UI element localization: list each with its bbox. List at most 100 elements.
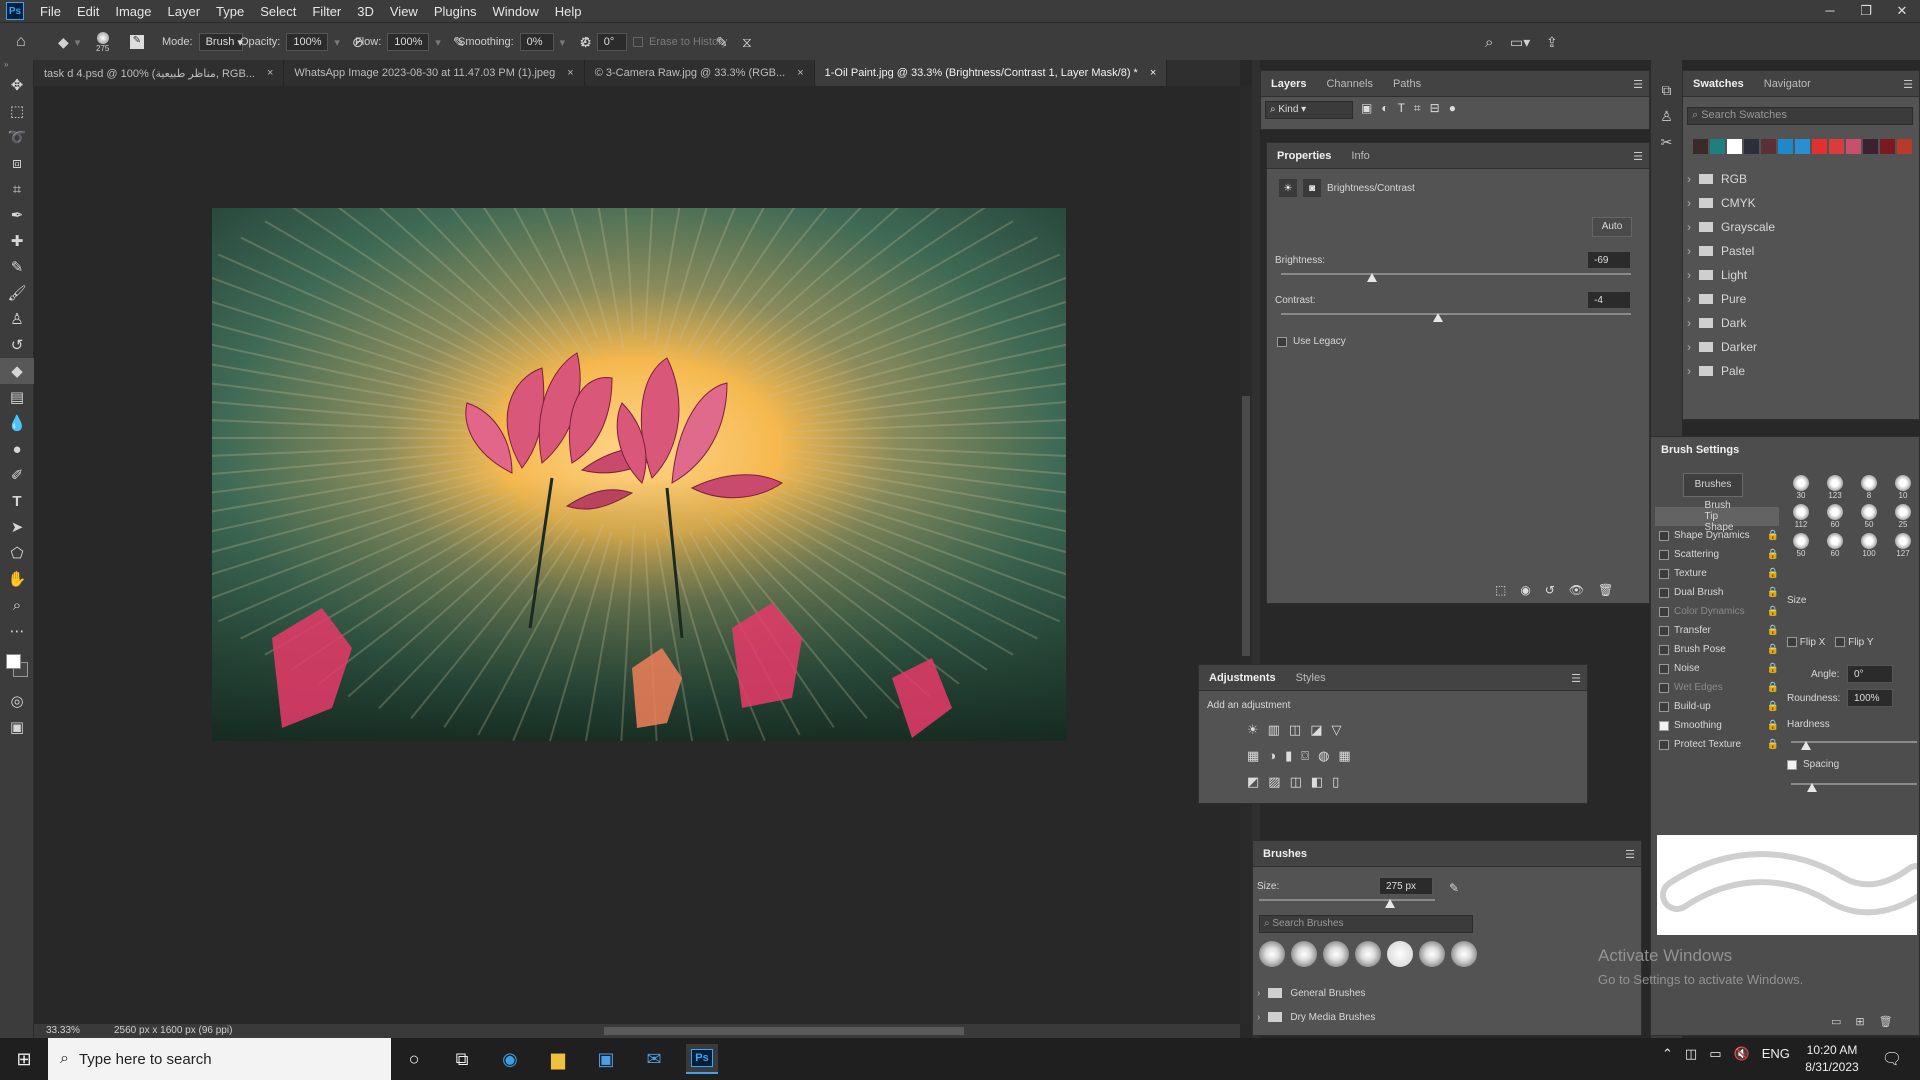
zoom-level[interactable]: 33.33% [46,1025,80,1036]
tab-brush-settings[interactable]: Brush Settings [1651,444,1749,456]
clock[interactable]: 10:20 AM 8/31/2023 [1800,1042,1864,1076]
close-icon[interactable]: ✕ [1884,0,1920,22]
store-icon[interactable]: ▣ [590,1044,622,1074]
chevron-right-icon[interactable]: › [1687,220,1691,234]
brush-tip-icon[interactable] [1419,941,1445,967]
menu-file[interactable]: File [32,4,69,19]
contrast-field[interactable]: -4 [1587,291,1631,309]
panel-menu-icon[interactable]: ☰ [1633,150,1643,163]
recent-swatches[interactable] [1693,139,1912,154]
swatch-group[interactable]: › Pastel [1687,239,1913,263]
opacity-field[interactable]: 100% [286,33,329,51]
brush-tip[interactable]: 123 [1819,473,1851,500]
checkbox[interactable] [1659,625,1669,636]
brush-tip[interactable]: 50 [1785,531,1817,558]
new-brush-icon[interactable]: ✎ [1449,881,1459,895]
brush-tip[interactable]: 8 [1853,473,1885,500]
color-swatch[interactable] [1897,139,1912,154]
brush-size-slider-thumb[interactable] [1385,899,1395,908]
visibility-eye-icon[interactable]: 👁 [1569,583,1584,597]
foreground-color[interactable] [6,654,21,669]
roundness-field[interactable]: 100% [1847,689,1893,707]
gradient-tool-icon[interactable]: ▤ [0,384,34,410]
swatch-group[interactable]: › Pure [1687,287,1913,311]
brightness-slider[interactable] [1281,273,1631,275]
minimize-icon[interactable]: ─ [1812,0,1848,22]
windows-start-icon[interactable]: ⊞ [8,1044,40,1074]
chevron-right-icon[interactable]: › [1687,364,1691,378]
color-swatch[interactable] [1812,139,1827,154]
delete-icon[interactable]: 🗑 [1879,1015,1893,1028]
menu-filter[interactable]: Filter [304,4,349,19]
angle-field[interactable]: 0° [1847,665,1893,683]
tab-styles[interactable]: Styles [1286,672,1336,684]
contrast-slider[interactable] [1281,313,1631,315]
tab-info[interactable]: Info [1341,150,1379,162]
search-icon[interactable]: ⌕ [1485,23,1493,61]
tab-paths[interactable]: Paths [1383,78,1431,90]
chevron-right-icon[interactable]: › [1687,292,1691,306]
blur-tool-icon[interactable]: 💧 [0,410,34,436]
menu-layer[interactable]: Layer [160,4,209,19]
brush-tip[interactable]: 112 [1785,502,1817,529]
new-preset-icon[interactable]: ⊞ [1855,1015,1864,1028]
checkbox[interactable] [1659,720,1669,731]
document-tab[interactable]: 1-Oil Paint.jpg @ 33.3% (Brightness/Cont… [814,60,1168,86]
checkbox[interactable] [1659,644,1669,655]
color-swatch[interactable] [1795,139,1810,154]
document-image[interactable] [212,208,1066,741]
eyedropper-tool-icon[interactable]: ✒ [0,202,34,228]
close-icon[interactable]: × [797,67,803,79]
close-icon[interactable]: × [567,67,573,79]
menu-select[interactable]: Select [252,4,304,19]
chevron-right-icon[interactable]: › [1687,268,1691,282]
horizontal-scrollbar[interactable] [264,1024,1124,1038]
brush-setting-brush-pose[interactable]: Brush Pose 🔒 [1655,640,1779,659]
type-tool-icon[interactable]: T [0,488,34,514]
brush-tip[interactable]: 25 [1887,502,1919,529]
scroll-thumb[interactable] [604,1027,964,1035]
delete-icon[interactable]: 🗑 [1598,583,1613,597]
lock-icon[interactable]: 🔒 [1767,606,1779,617]
checkbox[interactable] [1659,530,1669,541]
chevron-right-icon[interactable]: › [1257,1012,1260,1023]
brush-tip[interactable]: 30 [1785,473,1817,500]
brush-tip-icon[interactable] [1291,941,1317,967]
task-view-icon[interactable]: ⧉ [446,1044,478,1074]
spacing-checkbox[interactable] [1787,759,1797,770]
brush-setting-dual-brush[interactable]: Dual Brush 🔒 [1655,583,1779,602]
brush-setting-brush-tip-shape[interactable]: Brush Tip Shape [1655,500,1779,533]
swatch-group[interactable]: › Pale [1687,359,1913,383]
reset-icon[interactable]: ↺ [1545,583,1555,597]
color-swatch[interactable] [1829,139,1844,154]
checkbox[interactable] [1659,701,1669,712]
smoothing-field[interactable]: 0% [519,33,554,51]
panel-menu-icon[interactable]: ☰ [1571,672,1581,685]
clip-to-layer-icon[interactable]: ⬚ [1495,583,1506,597]
lock-icon[interactable]: 🔒 [1767,701,1779,712]
color-swatch[interactable] [1863,139,1878,154]
menu-view[interactable]: View [382,4,426,19]
menu-type[interactable]: Type [208,4,252,19]
edge-icon[interactable]: ◉ [494,1044,526,1074]
folder-icon[interactable]: ▭ [1831,1015,1841,1028]
brush-tip[interactable]: 10 [1887,473,1919,500]
brush-tip-icon[interactable] [1323,941,1349,967]
checkbox[interactable] [1659,663,1669,674]
panel-menu-icon[interactable]: ☰ [1633,78,1643,91]
path-select-tool-icon[interactable]: ➤ [0,514,34,540]
flip-y-checkbox[interactable] [1835,637,1846,648]
hardness-slider-thumb[interactable] [1801,741,1811,750]
brush-size-field[interactable]: 275 px [1379,877,1433,895]
collapse-arrows-icon[interactable]: » [0,60,33,72]
menu-help[interactable]: Help [547,4,590,19]
tab-layers[interactable]: Layers [1261,78,1316,90]
swatch-group[interactable]: › Light [1687,263,1913,287]
color-swatch[interactable] [1778,139,1793,154]
lock-icon[interactable]: 🔒 [1767,663,1779,674]
color-swatch[interactable] [1710,139,1725,154]
swatch-group[interactable]: › CMYK [1687,191,1913,215]
meet-now-icon[interactable]: ◫ [1685,1046,1697,1062]
taskbar-search[interactable]: ⌕ Type here to search [48,1038,391,1080]
lasso-tool-icon[interactable]: ➰ [0,124,34,150]
